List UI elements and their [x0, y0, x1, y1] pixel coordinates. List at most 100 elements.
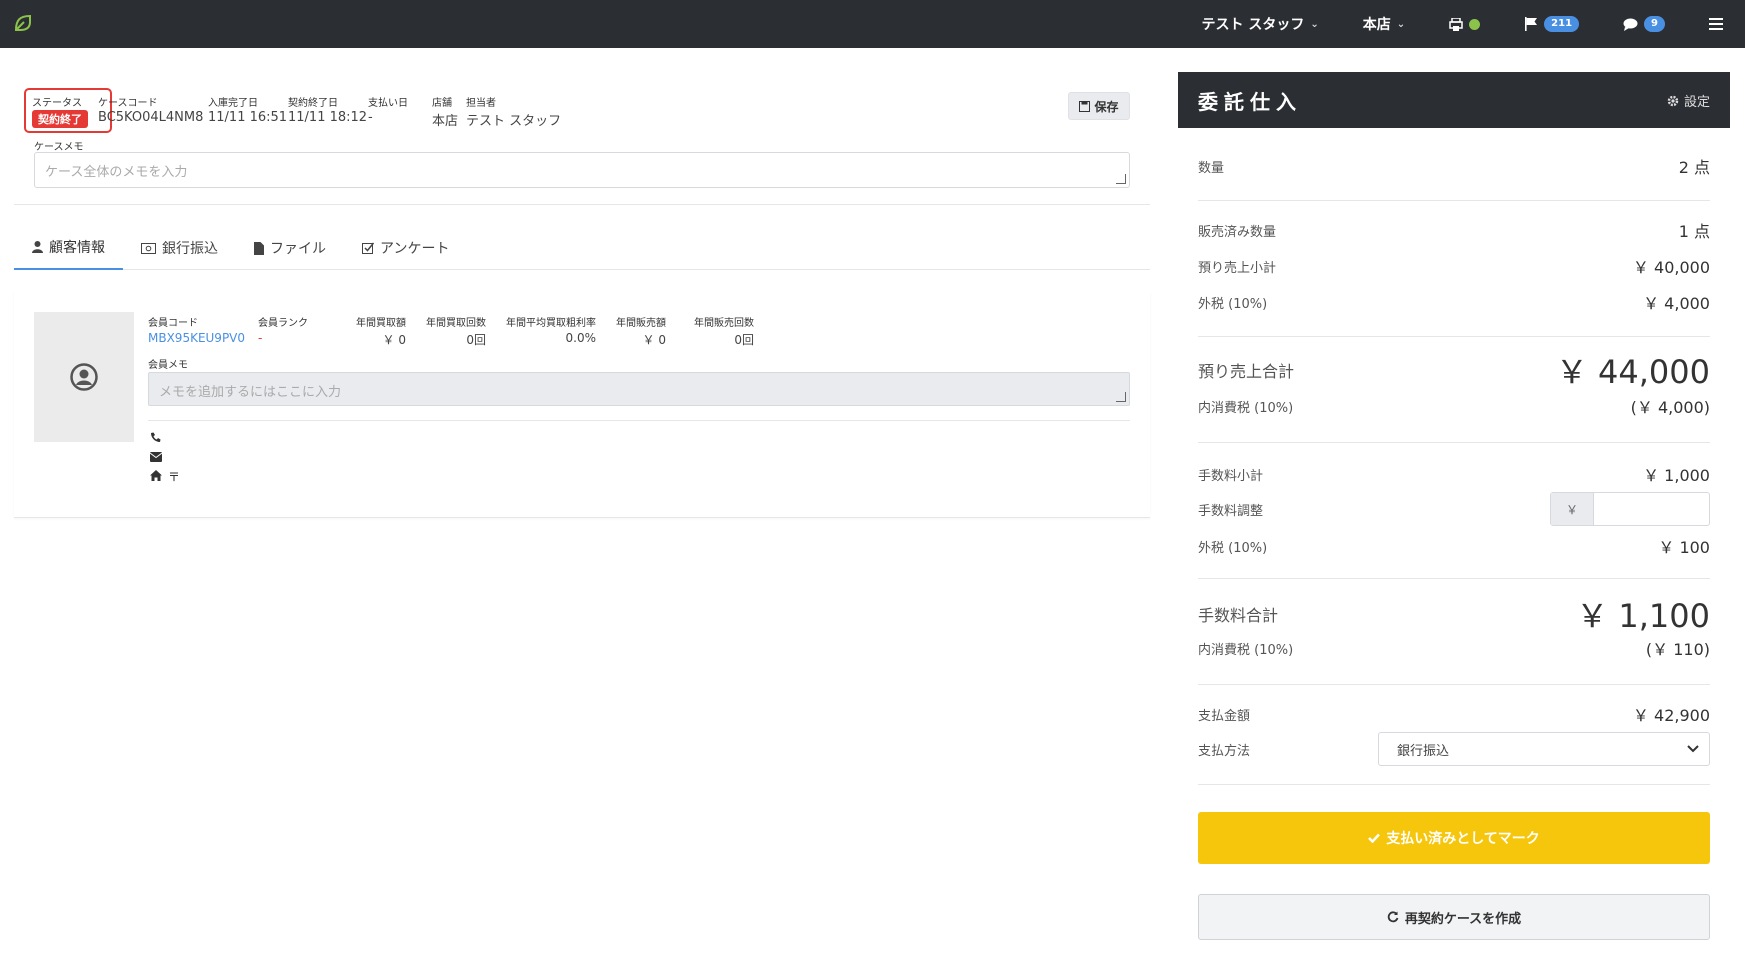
pay-method-select[interactable]: 銀行振込	[1378, 732, 1710, 766]
fee-tax-exclusive-row: 外税 (10%) ￥ 100	[1198, 534, 1710, 558]
user-icon	[32, 241, 43, 253]
resize-handle-icon[interactable]	[1116, 392, 1126, 402]
top-navbar: テスト スタッフ ⌄ 本店 ⌄ 211 9	[0, 0, 1745, 48]
mark-paid-label: 支払い済みとしてマーク	[1386, 831, 1540, 847]
chevron-down-icon: ⌄	[1396, 18, 1406, 30]
money-icon	[141, 242, 156, 254]
store-name: 本店	[1362, 17, 1391, 33]
annual-buy-amount-label: 年間買取額	[356, 318, 406, 329]
fee-total-value: ￥ 1,100	[1576, 597, 1710, 635]
divider	[1198, 200, 1710, 201]
app-logo-icon[interactable]	[12, 12, 34, 34]
divider	[1198, 784, 1710, 785]
chat-notifications[interactable]: 9	[1601, 16, 1687, 32]
fee-tax-inclusive-label: 内消費税 (10%)	[1198, 642, 1294, 658]
case-memo-input[interactable]: ケース全体のメモを入力	[34, 152, 1130, 188]
case-code-field: ケースコード BC5KO04L4NM8	[98, 94, 203, 125]
annual-sales-value: ￥ 0	[642, 333, 666, 347]
chevron-down-icon: ⌄	[1310, 18, 1319, 30]
qty-row: 数量 2 点	[1198, 154, 1710, 178]
printer-status[interactable]	[1427, 17, 1502, 31]
annual-buy-amount-stat: 年間買取額 ￥ 0	[328, 314, 406, 348]
user-circle-icon	[70, 363, 98, 391]
staff-menu[interactable]: テスト スタッフ ⌄	[1180, 14, 1341, 34]
status-label: ステータス	[32, 98, 82, 109]
fee-tax-exclusive-value: ￥ 100	[1658, 538, 1710, 557]
contract-end-field: 契約終了日 11/11 18:12	[288, 94, 367, 125]
menu-icon	[1709, 18, 1723, 30]
settings-button[interactable]: 設定	[1667, 91, 1710, 110]
case-header-card: ステータス 契約終了 ケースコード BC5KO04L4NM8 入庫完了日 11/…	[14, 72, 1150, 205]
payment-date-field: 支払い日 -	[368, 94, 408, 125]
divider	[1198, 684, 1710, 685]
divider	[1198, 442, 1710, 443]
store-menu[interactable]: 本店 ⌄	[1341, 14, 1427, 34]
case-memo-label: ケースメモ	[34, 142, 84, 153]
fee-subtotal-value: ￥ 1,000	[1643, 466, 1710, 485]
save-button[interactable]: 保存	[1068, 92, 1130, 120]
payment-date-label: 支払い日	[368, 98, 408, 109]
case-memo-placeholder: ケース全体のメモを入力	[45, 165, 188, 180]
fee-adjust-row: 手数料調整 ￥	[1198, 492, 1710, 526]
annual-buy-count-label: 年間買取回数	[426, 318, 486, 329]
store-value: 本店	[432, 114, 459, 129]
member-rank-stat: 会員ランク -	[258, 314, 328, 348]
deposit-total-value: ￥ 44,000	[1555, 353, 1710, 391]
member-memo-label: 会員メモ	[148, 360, 188, 371]
fee-adjust-input[interactable]: ￥	[1550, 492, 1710, 526]
tab-survey-label: アンケート	[380, 241, 450, 257]
member-memo-input[interactable]: メモを追加するにはここに入力	[148, 372, 1130, 406]
resize-handle-icon[interactable]	[1116, 174, 1126, 184]
member-code-stat: 会員コード MBX95KEU9PV0	[148, 314, 258, 348]
contract-end-label: 契約終了日	[288, 98, 338, 109]
tab-survey[interactable]: アンケート	[344, 226, 467, 270]
postal-mark: 〒	[168, 470, 181, 484]
flag-notifications[interactable]: 211	[1502, 16, 1601, 32]
printer-icon	[1449, 17, 1463, 31]
store-field: 店舗 本店	[432, 94, 458, 129]
home-icon	[150, 470, 162, 481]
pay-method-label: 支払方法	[1198, 743, 1251, 759]
staff-field: 担当者 テスト スタッフ	[466, 94, 561, 129]
tax-exclusive-row: 外税 (10%) ￥ 4,000	[1198, 290, 1710, 314]
received-date-value: 11/11 16:51	[208, 110, 288, 125]
comment-icon	[1623, 18, 1638, 31]
sold-qty-row: 販売済み数量 1 点	[1198, 218, 1710, 242]
tab-files-label: ファイル	[270, 241, 326, 257]
deposit-total-row: 預り売上合計 ￥ 44,000	[1198, 350, 1710, 391]
case-code-value: BC5KO04L4NM8	[98, 110, 204, 125]
hamburger-menu[interactable]	[1687, 18, 1745, 30]
case-code-label: ケースコード	[98, 98, 158, 109]
qty-label: 数量	[1198, 160, 1225, 176]
settings-label: 設定	[1683, 95, 1710, 110]
tab-bank-transfer-label: 銀行振込	[162, 241, 218, 257]
annual-buy-count-value: 0回	[466, 333, 486, 347]
save-button-label: 保存	[1094, 99, 1119, 114]
member-code-link[interactable]: MBX95KEU9PV0	[148, 331, 258, 345]
annual-sales-count-label: 年間販売回数	[694, 318, 754, 329]
tab-bank-transfer[interactable]: 銀行振込	[123, 226, 236, 270]
refresh-icon	[1387, 911, 1399, 923]
fee-tax-inclusive-value: (￥ 110)	[1645, 640, 1710, 659]
annual-buy-count-stat: 年間買取回数 0回	[406, 314, 486, 348]
chat-count-badge: 9	[1644, 16, 1665, 32]
recontract-label: 再契約ケースを作成	[1404, 911, 1522, 927]
fee-subtotal-row: 手数料小計 ￥ 1,000	[1198, 462, 1710, 486]
avatar	[34, 312, 134, 442]
avg-margin-label: 年間平均買取粗利率	[506, 318, 596, 329]
detail-tabs: 顧客情報 銀行振込 ファイル アンケート	[14, 226, 1150, 270]
recontract-button[interactable]: 再契約ケースを作成	[1198, 894, 1710, 940]
divider	[148, 420, 1130, 421]
member-memo-placeholder: メモを追加するにはここに入力	[159, 385, 342, 400]
envelope-icon	[150, 452, 162, 462]
store-label: 店舗	[432, 98, 452, 109]
panel-title: 委託仕入	[1198, 90, 1302, 114]
check-icon	[1368, 833, 1381, 843]
mark-paid-button[interactable]: 支払い済みとしてマーク	[1198, 812, 1710, 864]
tab-files[interactable]: ファイル	[236, 226, 344, 270]
annual-sales-stat: 年間販売額 ￥ 0	[596, 314, 666, 348]
pay-amount-row: 支払金額 ￥ 42,900	[1198, 702, 1710, 726]
contract-end-value: 11/11 18:12	[288, 110, 368, 125]
tab-customer-info[interactable]: 顧客情報	[14, 226, 123, 270]
member-stats: 会員コード MBX95KEU9PV0 会員ランク - 年間買取額 ￥ 0 年間買…	[148, 314, 754, 348]
